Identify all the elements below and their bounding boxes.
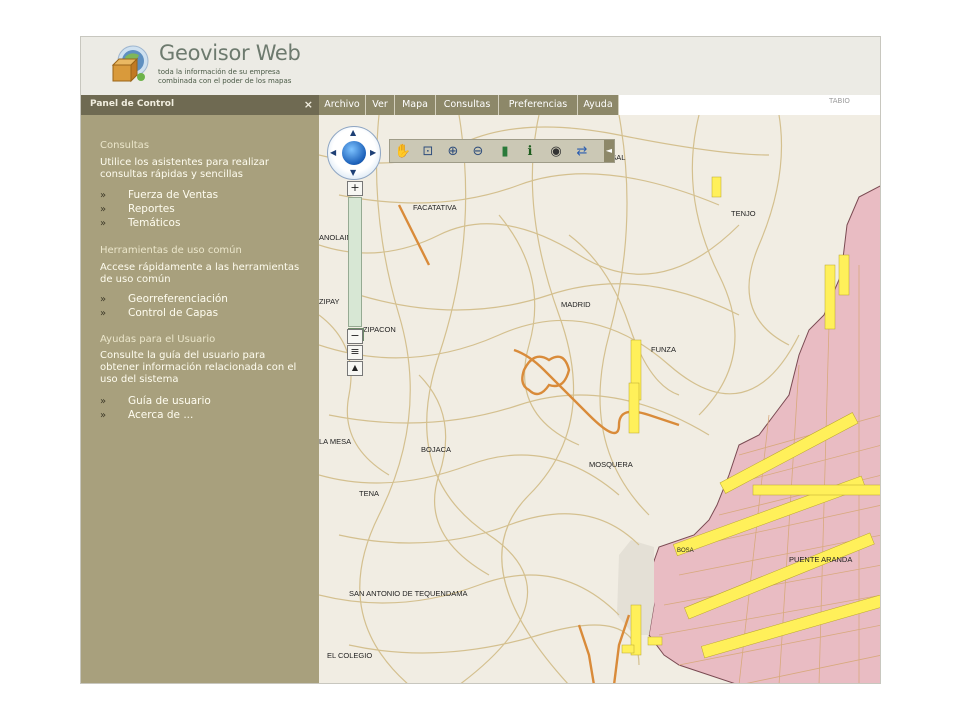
desc-line: obtener información relacionada con el	[100, 362, 297, 373]
place-label: EL COLEGIO	[327, 651, 373, 660]
info-icon[interactable]: ℹ	[521, 143, 539, 160]
toolbar-collapse-icon[interactable]: ◄	[604, 140, 614, 162]
item-label: Georreferenciación	[128, 293, 228, 305]
app-title: Geovisor Web	[159, 41, 301, 65]
zoom-slider[interactable]: + ⇕ − ≡ ▲	[347, 181, 364, 376]
item-label: Fuerza de Ventas	[128, 189, 219, 201]
place-label: ZIPAY	[319, 297, 340, 306]
item-label: Temáticos	[128, 217, 181, 229]
arrow-icon: »	[100, 308, 107, 319]
panel-item-georreferenciacion[interactable]: » Georreferenciación	[100, 293, 228, 305]
control-panel: Panel de Control × Consultas Utilice los…	[81, 95, 319, 683]
arrow-icon: »	[100, 294, 107, 305]
tagline-line-1: toda la información de su empresa	[158, 68, 280, 76]
desc-line: consultas rápidas y sencillas	[100, 169, 243, 180]
menu-mapa[interactable]: Mapa	[395, 95, 436, 115]
place-label: MOSQUERA	[589, 460, 633, 469]
panel-item-tematicos[interactable]: » Temáticos	[100, 217, 180, 229]
zoom-in-icon[interactable]: ⊕	[444, 143, 462, 160]
place-label: PUENTE ARANDA	[789, 555, 853, 564]
desc-line: Accese rápidamente a las herramientas	[100, 262, 300, 273]
panel-item-reportes[interactable]: » Reportes	[100, 203, 175, 215]
item-label: Acerca de ...	[128, 409, 194, 421]
panel-close-icon[interactable]: ×	[304, 98, 313, 111]
zoom-in-button[interactable]: +	[347, 181, 363, 196]
layers-icon[interactable]: ◉	[547, 143, 565, 160]
zoom-out-button[interactable]: −	[347, 329, 363, 344]
zoom-menu-button[interactable]: ≡	[347, 345, 363, 360]
pan-left-icon[interactable]: ◀	[330, 148, 336, 157]
app-header: Geovisor Web toda la información de su e…	[81, 37, 880, 95]
place-label: FUNZA	[651, 345, 676, 354]
place-label: FACATATIVA	[413, 203, 457, 212]
arrow-icon: »	[100, 218, 107, 229]
desc-line: de uso común	[100, 274, 171, 285]
place-label: BOJACA	[421, 445, 452, 454]
globe-icon[interactable]	[342, 141, 366, 165]
panel-header: Panel de Control ×	[81, 95, 319, 115]
zoom-extent-icon[interactable]: ⊡	[419, 143, 437, 160]
place-label: MADRID	[561, 300, 591, 309]
item-label: Guía de usuario	[128, 395, 211, 407]
menu-ver[interactable]: Ver	[366, 95, 395, 115]
menu-bar: Archivo Ver Mapa Consultas Preferencias …	[319, 95, 880, 115]
tagline-line-2: combinada con el poder de los mapas	[158, 77, 292, 85]
item-label: Reportes	[128, 203, 175, 215]
pan-down-icon[interactable]: ▼	[350, 168, 356, 177]
arrow-icon: »	[100, 190, 107, 201]
map-toolbar: ✋ ⊡ ⊕ ⊖ ▮ ℹ ◉ ⇄ ◄	[389, 139, 615, 163]
place-label: TENJO	[731, 209, 756, 218]
zoom-up-button[interactable]: ▲	[347, 361, 363, 376]
item-label: Control de Capas	[128, 307, 219, 319]
app-window: Geovisor Web toda la información de su e…	[80, 36, 881, 684]
pan-hand-icon[interactable]: ✋	[394, 143, 412, 160]
place-label: TENA	[359, 489, 380, 498]
panel-item-guia-de-usuario[interactable]: » Guía de usuario	[100, 395, 211, 407]
desc-line: uso del sistema	[100, 374, 179, 385]
refresh-icon[interactable]: ⇄	[573, 143, 591, 160]
section-desc-herramientas: Accese rápidamente a las herramientas de…	[100, 262, 310, 286]
arrow-icon: »	[100, 410, 107, 421]
place-label: LA MESA	[319, 437, 352, 446]
pan-right-icon[interactable]: ▶	[370, 148, 376, 157]
zoom-track[interactable]: ⇕	[348, 197, 364, 341]
map-canvas[interactable]: FACATATIVA TENJO MADRID FUNZA MOSQUERA B…	[319, 115, 880, 683]
section-title-ayudas: Ayudas para el Usuario	[100, 334, 216, 345]
section-desc-ayudas: Consulte la guía del usuario para obtene…	[100, 350, 310, 386]
menu-consultas[interactable]: Consultas	[436, 95, 499, 115]
arrow-icon: »	[100, 204, 107, 215]
arrow-icon: »	[100, 396, 107, 407]
zoom-out-icon[interactable]: ⊖	[469, 143, 487, 160]
section-title-herramientas: Herramientas de uso común	[100, 245, 242, 256]
pan-up-icon[interactable]: ▲	[350, 128, 356, 137]
section-title-consultas: Consultas	[100, 140, 150, 151]
desc-line: Utilice los asistentes para realizar	[100, 157, 269, 168]
map-drawing	[319, 115, 880, 683]
geovisor-logo-icon	[111, 45, 149, 83]
measure-icon[interactable]: ▮	[496, 143, 514, 160]
place-label: SAN ANTONIO DE TEQUENDAMA	[349, 589, 468, 598]
section-desc-consultas: Utilice los asistentes para realizar con…	[100, 157, 310, 181]
menu-preferencias[interactable]: Preferencias	[499, 95, 578, 115]
panel-item-control-de-capas[interactable]: » Control de Capas	[100, 307, 218, 319]
panel-item-fuerza-de-ventas[interactable]: » Fuerza de Ventas	[100, 189, 218, 201]
panel-item-acerca-de[interactable]: » Acerca de ...	[100, 409, 193, 421]
map-label-tabio: TABIO	[829, 97, 850, 105]
menu-ayuda[interactable]: Ayuda	[578, 95, 619, 115]
place-label: ZIPACON	[363, 325, 396, 334]
panel-title: Panel de Control	[90, 99, 175, 109]
desc-line: Consulte la guía del usuario para	[100, 350, 266, 361]
menu-archivo[interactable]: Archivo	[319, 95, 366, 115]
pan-navigator[interactable]: ▲ ▼ ◀ ▶	[327, 126, 381, 180]
place-label: BOSA	[677, 548, 694, 554]
